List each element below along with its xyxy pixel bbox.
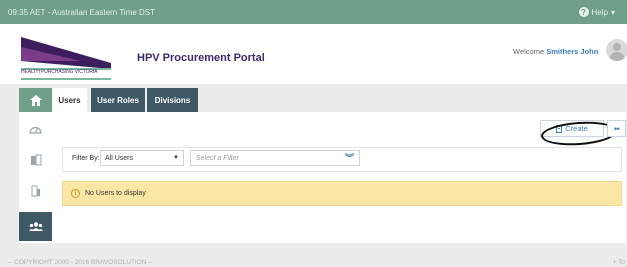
filter-input-placeholder: Select a Filter [196, 154, 239, 162]
sidebar-item-documents[interactable] [19, 145, 52, 174]
documents-icon [30, 154, 41, 165]
home-icon [29, 94, 42, 106]
tab-divisions[interactable]: Divisions [147, 88, 198, 112]
avatar[interactable] [606, 39, 627, 61]
user-name-link[interactable]: Smithers John [546, 47, 598, 56]
footer-link[interactable]: + To [613, 259, 625, 266]
dashboard-icon [29, 126, 42, 134]
footer: -- COPYRIGHT 2000 - 2016 BRAVOSOLUTION -… [0, 243, 627, 267]
logo-text: HEALTH PURCHASING VICTORIA [21, 69, 98, 75]
avatar-body [609, 52, 625, 61]
sidebar-item-buildings[interactable] [19, 176, 52, 205]
sidebar [19, 112, 56, 243]
building-icon [31, 185, 40, 196]
copyright-text: -- COPYRIGHT 2000 - 2016 BRAVOSOLUTION -… [8, 259, 153, 266]
filter-select[interactable]: All Users ▼ [100, 150, 184, 166]
help-icon: ? [578, 7, 589, 17]
chevron-down-icon: ▾ [610, 7, 615, 17]
info-icon: i [71, 189, 80, 198]
alert-message: No Users to display [85, 190, 146, 197]
sidebar-item-dashboard[interactable] [19, 114, 52, 143]
welcome-message: Welcome Smithers John [513, 47, 598, 56]
header: HEALTH PURCHASING VICTORIA HPV Procureme… [0, 24, 627, 84]
filter-label: Filter By: [72, 155, 100, 162]
avatar-head [613, 43, 621, 51]
tab-user-roles[interactable]: User Roles [91, 88, 145, 112]
filter-input[interactable]: Select a Filter ︾ [190, 150, 360, 166]
help-label: Help [591, 7, 608, 17]
help-menu[interactable]: ? Help ▾ [578, 7, 615, 17]
top-bar: 09:35 AET - Australian Eastern Time DST … [0, 0, 627, 24]
caret-down-icon: ▼ [173, 155, 179, 161]
tab-users[interactable]: Users [52, 88, 87, 112]
double-chevron-down-icon[interactable]: ︾ [345, 154, 354, 163]
welcome-label: Welcome [513, 47, 545, 56]
page-title: HPV Procurement Portal [137, 52, 265, 64]
filter-select-value: All Users [105, 154, 134, 162]
more-options-button[interactable]: •• [607, 120, 626, 137]
sidebar-item-users[interactable] [19, 212, 56, 241]
users-icon [28, 222, 43, 231]
empty-state-alert: i No Users to display [62, 181, 622, 206]
timezone-text: 09:35 AET - Australian Eastern Time DST [8, 7, 156, 17]
home-tab[interactable] [19, 88, 52, 112]
